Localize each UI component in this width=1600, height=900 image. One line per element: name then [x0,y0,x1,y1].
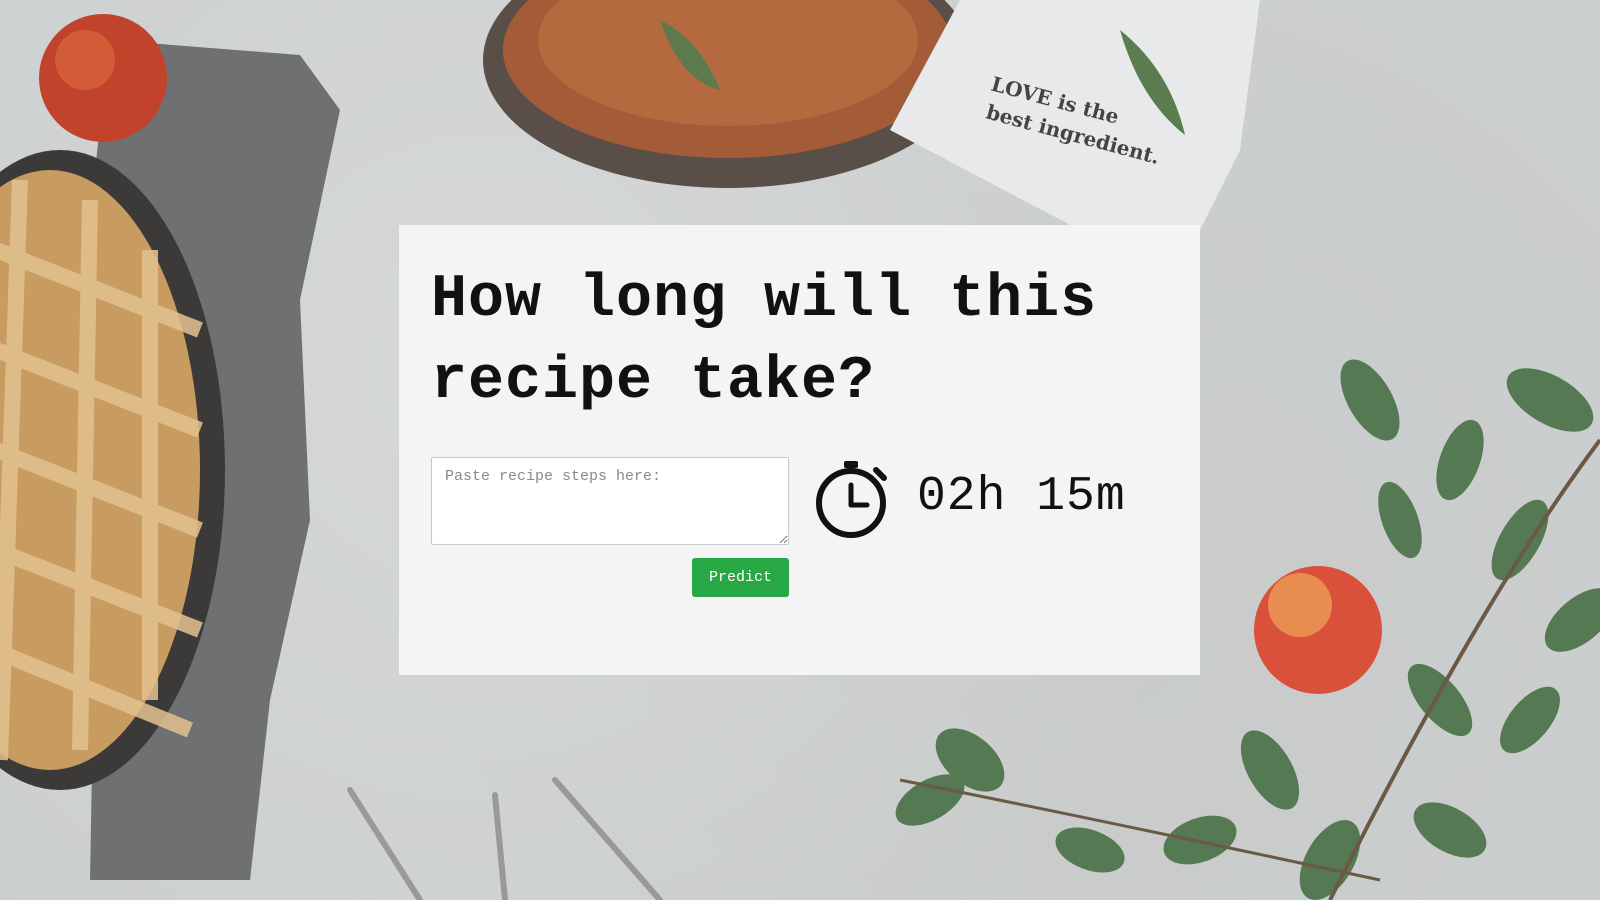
predicted-time: 02h 15m [917,470,1126,524]
recipe-steps-input[interactable] [431,457,789,545]
forks [347,777,663,900]
stopwatch-icon [816,461,887,538]
page-title: How long will this recipe take? [431,266,1098,416]
prediction-card: How long will this recipe take? Predict … [399,225,1200,675]
predict-button[interactable]: Predict [692,558,789,597]
